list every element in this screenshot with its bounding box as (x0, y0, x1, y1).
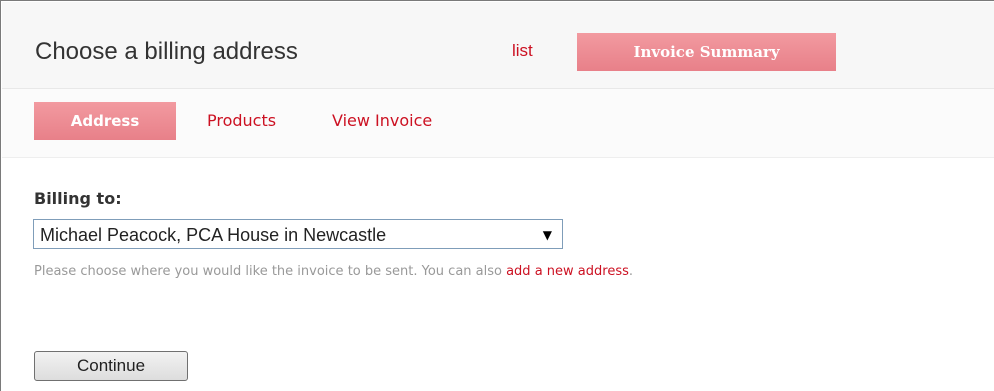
help-text-suffix: . (628, 264, 634, 279)
continue-button[interactable]: Continue (34, 351, 188, 381)
page-frame: Choose a billing address list Invoice Su… (0, 0, 994, 391)
page-header: Choose a billing address list Invoice Su… (2, 2, 994, 89)
add-new-address-link[interactable]: add a new address (506, 264, 629, 279)
list-link[interactable]: list (512, 40, 533, 62)
chevron-down-icon: ▼ (542, 228, 552, 242)
tab-address[interactable]: Address (34, 102, 176, 140)
tab-products[interactable]: Products (207, 102, 276, 140)
help-text: Please choose where you would like the i… (34, 263, 633, 281)
tab-invoice-summary[interactable]: Invoice Summary (577, 33, 836, 71)
tab-view-invoice[interactable]: View Invoice (332, 102, 432, 140)
help-text-body: Please choose where you would like the i… (34, 264, 507, 279)
billing-label: Billing to: (34, 189, 122, 208)
sub-navigation: Address Products View Invoice (2, 89, 994, 158)
billing-address-select[interactable]: Michael Peacock, PCA House in Newcastle … (33, 219, 563, 249)
page-title: Choose a billing address (35, 38, 298, 65)
select-value: Michael Peacock, PCA House in Newcastle (40, 225, 387, 245)
